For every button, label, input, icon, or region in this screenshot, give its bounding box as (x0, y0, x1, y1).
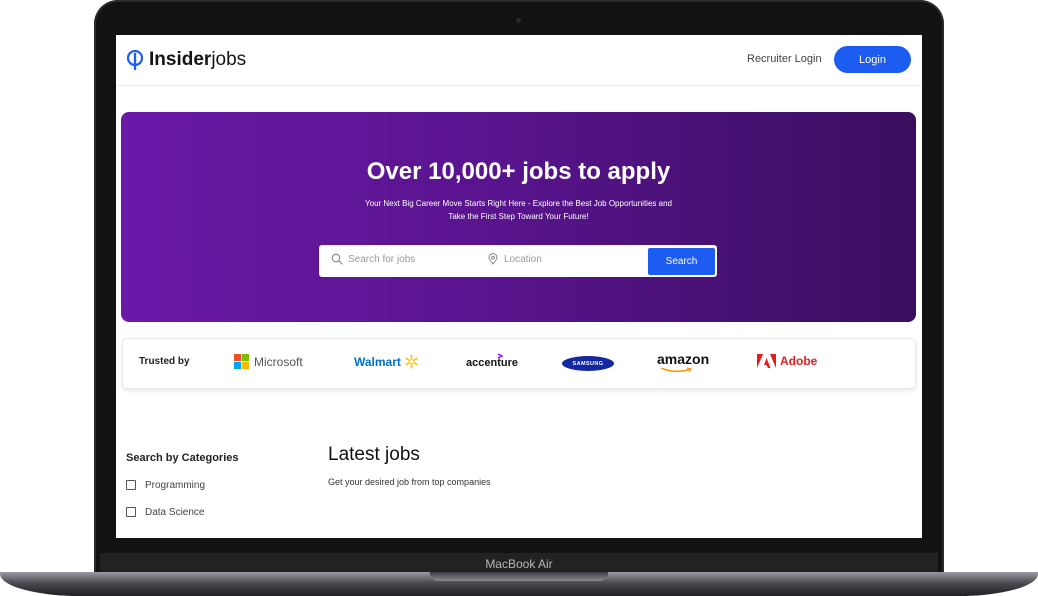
category-data-science[interactable]: Data Science (126, 505, 239, 519)
login-button[interactable]: Login (834, 46, 911, 73)
hero-title: Over 10,000+ jobs to apply (366, 158, 671, 185)
site-header: Insider jobs Recruiter Login Login (116, 35, 922, 86)
location-pin-icon (488, 253, 498, 265)
walmart-spark-icon (405, 354, 418, 369)
search-button[interactable]: Search (648, 248, 715, 275)
search-bar: Search for jobs Location Search (319, 245, 717, 277)
info-pin-logo-icon (127, 50, 143, 70)
laptop-mockup: Insider jobs Recruiter Login Login Over 1… (0, 0, 1038, 596)
categories-heading: Search by Categories (126, 452, 239, 464)
search-icon (331, 253, 343, 265)
location-input[interactable]: Location (487, 253, 542, 265)
category-label: Programming (145, 479, 206, 491)
microsoft-label: Microsoft (254, 354, 303, 369)
amazon-smile-icon (661, 367, 693, 373)
category-label: Data Science (145, 506, 205, 518)
adobe-logo-icon (757, 354, 776, 368)
trusted-by-label: Trusted by (139, 356, 190, 367)
logo-text-bold: Insider (149, 49, 212, 70)
hero-banner: Over 10,000+ jobs to apply Your Next Big… (121, 112, 916, 322)
checkbox-icon[interactable] (126, 507, 136, 517)
latest-jobs-title: Latest jobs (328, 444, 420, 465)
samsung-brand: SAMSUNG (562, 356, 614, 371)
walmart-label: Walmart (354, 354, 401, 369)
accenture-brand: accenture (466, 357, 518, 369)
adobe-label: Adobe (780, 354, 818, 368)
hero-subtitle-line1: Your Next Big Career Move Starts Right H… (365, 199, 672, 208)
laptop-base-notch (430, 572, 608, 581)
category-programming[interactable]: Programming (126, 478, 239, 492)
browser-screen: Insider jobs Recruiter Login Login Over 1… (116, 35, 922, 538)
microsoft-logo-icon (234, 354, 249, 369)
microsoft-brand: Microsoft (234, 354, 303, 369)
location-placeholder: Location (504, 253, 542, 265)
recruiter-login-link[interactable]: Recruiter Login (747, 53, 822, 65)
checkbox-icon[interactable] (126, 480, 136, 490)
trusted-by-bar: Trusted by Microsoft Walmart accenture S… (122, 338, 916, 389)
hero-subtitle-line2: Take the First Step Toward Your Future! (448, 212, 589, 221)
adobe-brand: Adobe (757, 354, 817, 368)
samsung-logo: SAMSUNG (562, 356, 614, 371)
logo-text-light: jobs (211, 49, 247, 70)
search-placeholder: Search for jobs (348, 253, 416, 265)
walmart-brand: Walmart (354, 354, 419, 369)
amazon-label: amazon (657, 351, 710, 367)
search-input[interactable]: Search for jobs (331, 253, 415, 265)
device-label: MacBook Air (485, 557, 553, 571)
hero-subtitle: Your Next Big Career Move Starts Right H… (121, 197, 916, 223)
categories-filter: Search by Categories Programming Data Sc… (126, 452, 239, 532)
latest-jobs-subtitle: Get your desired job from top companies (328, 477, 491, 487)
accenture-label: accenture (466, 357, 518, 369)
amazon-brand: amazon (657, 351, 709, 367)
webcam (516, 18, 521, 23)
site-logo[interactable]: Insider jobs (127, 49, 246, 71)
accenture-accent-icon (497, 353, 503, 359)
